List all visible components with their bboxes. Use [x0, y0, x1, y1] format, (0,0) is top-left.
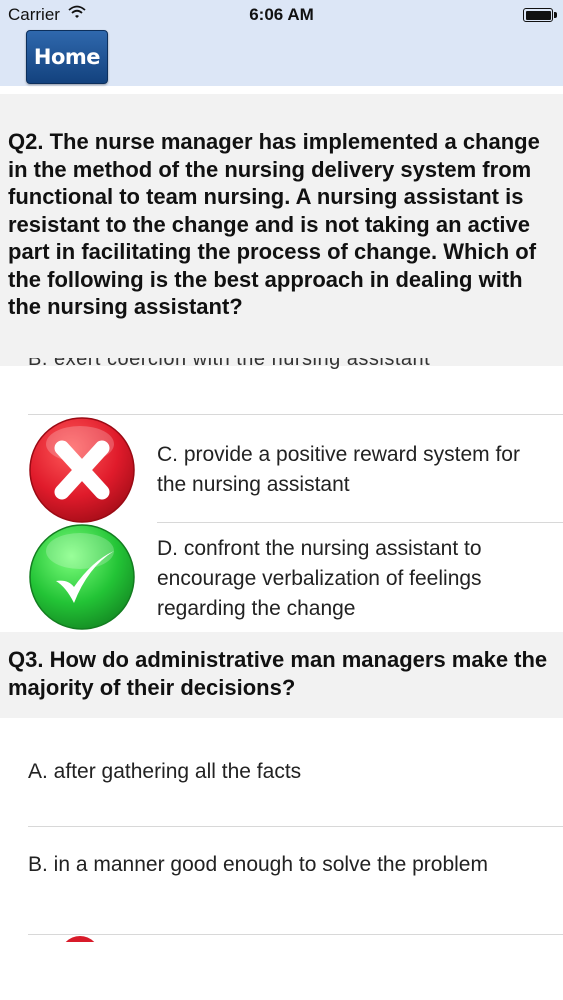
status-bar: Carrier 6:06 AM — [0, 0, 563, 30]
q3-option-a[interactable]: A. after gathering all the facts — [0, 718, 563, 826]
home-button[interactable]: Home — [26, 30, 108, 84]
q3-option-b[interactable]: B. in a manner good enough to solve the … — [0, 826, 563, 934]
option-label: C. provide a positive reward system for … — [157, 443, 520, 496]
divider — [28, 934, 563, 935]
option-label: A. after gathering all the facts — [28, 760, 302, 783]
question-3-text: Q3. How do administrative man managers m… — [0, 632, 563, 718]
option-label: B. in a manner good enough to solve the … — [28, 853, 488, 876]
correct-answer-icon — [28, 523, 136, 631]
battery-icon — [523, 8, 557, 22]
question-2-text: Q2. The nurse manager has implemented a … — [0, 94, 563, 366]
option-b-partial[interactable]: B. exert coercion with the nursing assis… — [28, 358, 430, 370]
wrong-answer-icon — [60, 936, 100, 942]
option-label: D. confront the nursing assistant to enc… — [157, 537, 482, 620]
wrong-answer-icon — [28, 416, 136, 524]
clock: 6:06 AM — [249, 5, 314, 24]
